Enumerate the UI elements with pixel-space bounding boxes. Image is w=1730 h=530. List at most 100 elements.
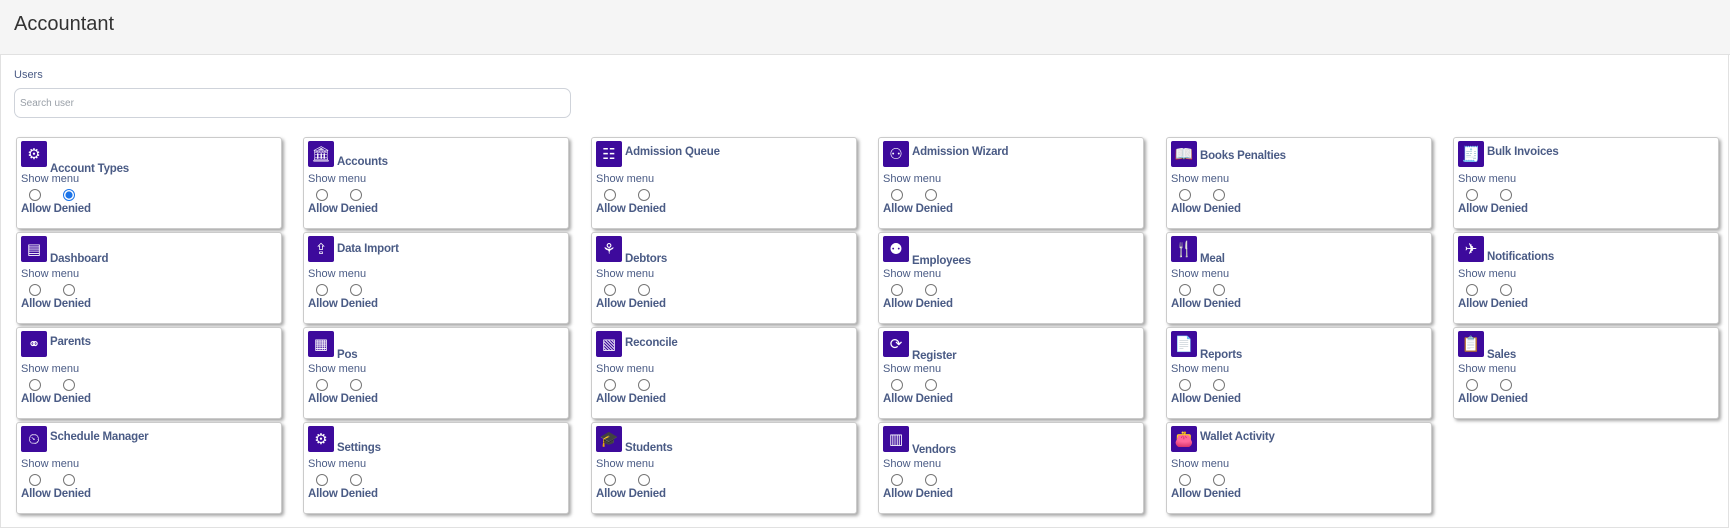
allow-denied-labels: Allow Denied [1171, 298, 1241, 310]
denied-radio[interactable] [63, 474, 75, 486]
permission-card: 🎓 Students Show menu Allow Denied [591, 422, 857, 514]
permission-title: Schedule Manager [50, 431, 149, 443]
permission-card: ⚭ Parents Show menu Allow Denied [16, 327, 282, 419]
denied-radio[interactable] [350, 284, 362, 296]
denied-radio[interactable] [63, 379, 75, 391]
permission-card: ⇪ Data Import Show menu Allow Denied [303, 232, 569, 324]
permission-card: ▧ Reconcile Show menu Allow Denied [591, 327, 857, 419]
permission-card: ⏲ Schedule Manager Show menu Allow Denied [16, 422, 282, 514]
permission-card: ⚙ Account Types Show menu Allow Denied [16, 137, 282, 229]
denied-radio[interactable] [925, 474, 937, 486]
allow-label: Allow [596, 488, 626, 500]
denied-radio[interactable] [638, 379, 650, 391]
allow-radio[interactable] [29, 379, 41, 391]
show-menu-label: Show menu [596, 458, 655, 470]
allow-radio[interactable] [316, 284, 328, 296]
permission-title: Reports [1200, 349, 1243, 361]
denied-radio[interactable] [1213, 284, 1225, 296]
denied-label: Denied [1203, 203, 1241, 215]
permission-card: ▦ Pos Show menu Allow Denied [303, 327, 569, 419]
denied-label: Denied [915, 393, 953, 405]
allow-radio[interactable] [316, 379, 328, 391]
allow-denied-labels: Allow Denied [883, 298, 953, 310]
denied-radio[interactable] [925, 379, 937, 391]
allow-radio[interactable] [604, 189, 616, 201]
denied-label: Denied [628, 488, 666, 500]
permission-title: Wallet Activity [1200, 431, 1275, 443]
search-user-input[interactable] [14, 88, 571, 118]
allow-radio[interactable] [891, 189, 903, 201]
denied-radio[interactable] [638, 284, 650, 296]
allow-radio[interactable] [604, 284, 616, 296]
permission-title: Debtors [625, 253, 668, 265]
allow-label: Allow [1458, 393, 1488, 405]
allow-radio[interactable] [1179, 189, 1191, 201]
allow-denied-labels: Allow Denied [308, 203, 378, 215]
allow-denied-labels: Allow Denied [308, 298, 378, 310]
denied-radio[interactable] [350, 189, 362, 201]
allow-label: Allow [1171, 393, 1201, 405]
permission-card: ▥ Vendors Show menu Allow Denied [878, 422, 1144, 514]
denied-label: Denied [340, 298, 378, 310]
permission-title: Books Penalties [1200, 150, 1286, 162]
allow-radio[interactable] [604, 474, 616, 486]
denied-radio[interactable] [638, 189, 650, 201]
allow-radio[interactable] [604, 379, 616, 391]
denied-radio[interactable] [925, 284, 937, 296]
allow-denied-labels: Allow Denied [1458, 203, 1528, 215]
reports-icon: 📄 [1171, 331, 1197, 357]
page-header: Accountant [0, 0, 1730, 55]
vendor-icon: ▥ [883, 426, 909, 452]
denied-radio[interactable] [63, 189, 75, 201]
allow-denied-labels: Allow Denied [1458, 298, 1528, 310]
denied-radio[interactable] [350, 474, 362, 486]
allow-radio[interactable] [1466, 189, 1478, 201]
allow-radio[interactable] [29, 189, 41, 201]
denied-radio[interactable] [925, 189, 937, 201]
denied-radio[interactable] [1213, 379, 1225, 391]
denied-radio[interactable] [1213, 474, 1225, 486]
allow-radio[interactable] [1179, 474, 1191, 486]
denied-radio[interactable] [350, 379, 362, 391]
allow-radio[interactable] [1179, 284, 1191, 296]
allow-denied-labels: Allow Denied [21, 393, 91, 405]
denied-radio[interactable] [1500, 189, 1512, 201]
allow-radio[interactable] [316, 189, 328, 201]
allow-label: Allow [596, 298, 626, 310]
bank-icon: 🏛 [308, 141, 334, 167]
allow-denied-labels: Allow Denied [596, 393, 666, 405]
permission-card: ⚇ Admission Wizard Show menu Allow Denied [878, 137, 1144, 229]
denied-label: Denied [340, 203, 378, 215]
allow-radio[interactable] [1466, 379, 1478, 391]
allow-radio[interactable] [29, 284, 41, 296]
allow-radio[interactable] [1179, 379, 1191, 391]
wallet-icon: 👛 [1171, 426, 1197, 452]
permission-title: Parents [50, 336, 91, 348]
invoice-icon: 🧾 [1458, 141, 1484, 167]
denied-radio[interactable] [638, 474, 650, 486]
denied-radio[interactable] [1500, 284, 1512, 296]
permission-card: 🏛 Accounts Show menu Allow Denied [303, 137, 569, 229]
allow-label: Allow [1171, 298, 1201, 310]
allow-denied-labels: Allow Denied [596, 488, 666, 500]
allow-denied-labels: Allow Denied [1171, 488, 1241, 500]
allow-radio[interactable] [316, 474, 328, 486]
permission-title: Sales [1487, 349, 1517, 361]
denied-label: Denied [1203, 488, 1241, 500]
graduation-cap-icon: 🎓 [596, 426, 622, 452]
permission-title: Admission Wizard [912, 146, 1009, 158]
denied-radio[interactable] [1500, 379, 1512, 391]
allow-radio[interactable] [891, 284, 903, 296]
allow-label: Allow [883, 203, 913, 215]
permission-card: ✈ Notifications Show menu Allow Denied [1453, 232, 1719, 324]
allow-denied-labels: Allow Denied [1171, 393, 1241, 405]
allow-radio[interactable] [891, 379, 903, 391]
denied-label: Denied [628, 203, 666, 215]
allow-radio[interactable] [29, 474, 41, 486]
allow-radio[interactable] [891, 474, 903, 486]
permission-card: ⚉ Employees Show menu Allow Denied [878, 232, 1144, 324]
denied-radio[interactable] [63, 284, 75, 296]
allow-radio[interactable] [1466, 284, 1478, 296]
denied-radio[interactable] [1213, 189, 1225, 201]
employees-icon: ⚉ [883, 236, 909, 262]
